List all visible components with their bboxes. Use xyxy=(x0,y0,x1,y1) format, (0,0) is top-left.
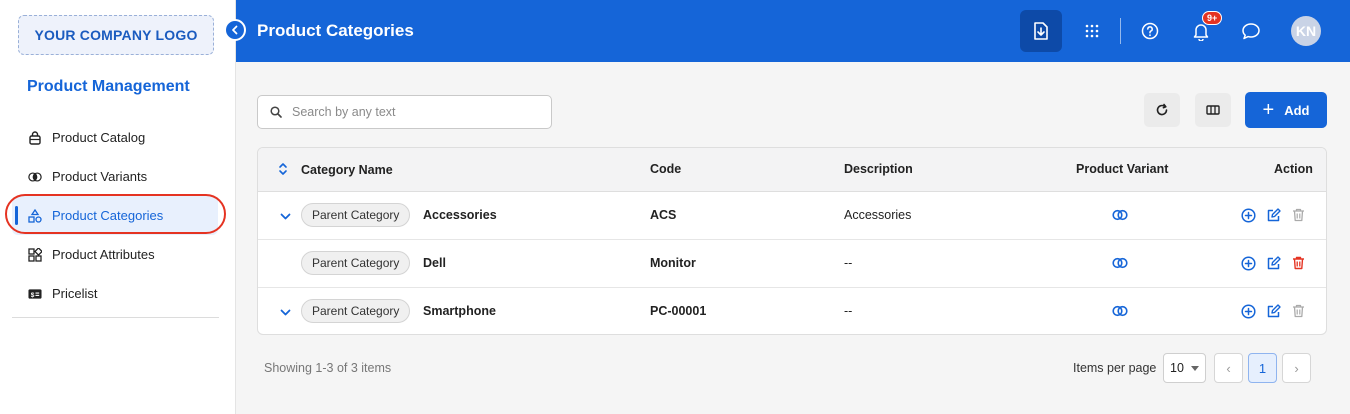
chevron-left-icon xyxy=(232,25,238,35)
chevron-right-icon: › xyxy=(1294,360,1299,376)
page-button-current[interactable]: 1 xyxy=(1248,353,1277,383)
add-button[interactable]: + Add xyxy=(1245,92,1327,128)
download-button[interactable] xyxy=(1020,10,1062,52)
sidebar-item-label: Product Attributes xyxy=(52,247,155,262)
variant-icon[interactable] xyxy=(1112,255,1128,271)
category-name: Smartphone xyxy=(423,304,496,318)
category-code: PC-00001 xyxy=(650,304,707,318)
sidebar-section-title: Product Management xyxy=(27,78,190,95)
sidebar-item-label: Product Variants xyxy=(52,169,148,184)
items-per-page-value: 10 xyxy=(1170,361,1184,375)
category-code: ACS xyxy=(650,208,677,222)
top-header: Product Categories 9+ KN xyxy=(236,0,1350,62)
items-per-page-label: Items per page xyxy=(1073,361,1157,375)
svg-text:$: $ xyxy=(31,291,35,298)
prev-page-button[interactable]: ‹ xyxy=(1214,353,1243,383)
parent-category-chip: Parent Category xyxy=(301,203,411,227)
columns-button[interactable] xyxy=(1195,93,1231,127)
apps-button[interactable] xyxy=(1074,13,1110,49)
price-tag-icon: $ xyxy=(28,287,42,301)
delete-icon[interactable] xyxy=(1290,207,1306,223)
table-row[interactable]: Parent Category Accessories ACS Accessor… xyxy=(258,192,1326,240)
sidebar-nav: Product Catalog Product Variants Product… xyxy=(12,118,218,313)
caret-down-icon xyxy=(1191,366,1199,371)
table-row[interactable]: Parent Category Dell Monitor -- xyxy=(258,240,1326,288)
next-page-button[interactable]: › xyxy=(1282,353,1311,383)
category-description: -- xyxy=(844,304,853,318)
sidebar-item-label: Product Catalog xyxy=(52,130,146,145)
help-icon xyxy=(1141,22,1159,40)
delete-icon[interactable] xyxy=(1290,303,1306,319)
variant-icon[interactable] xyxy=(1112,303,1128,319)
sidebar-collapse-button[interactable] xyxy=(224,19,246,41)
category-description: Accessories xyxy=(844,208,912,222)
search-box[interactable] xyxy=(257,95,552,129)
add-circle-icon[interactable] xyxy=(1240,303,1256,319)
col-description[interactable]: Description xyxy=(844,162,913,176)
categories-table: Category Name Code Description Product V… xyxy=(257,147,1327,335)
refresh-button[interactable] xyxy=(1144,93,1180,127)
sidebar-item-product-attributes[interactable]: Product Attributes xyxy=(12,235,218,274)
category-code: Monitor xyxy=(650,256,696,270)
page-title: Product Categories xyxy=(257,21,414,40)
edit-icon[interactable] xyxy=(1265,207,1281,223)
chevron-left-icon: ‹ xyxy=(1226,360,1231,376)
sidebar: YOUR COMPANY LOGO Product Management Pro… xyxy=(0,0,236,414)
chat-icon xyxy=(1242,23,1260,40)
col-category-name[interactable]: Category Name xyxy=(301,163,393,177)
search-icon xyxy=(270,106,282,118)
notification-badge: 9+ xyxy=(1202,11,1223,25)
sidebar-item-product-categories[interactable]: Product Categories xyxy=(12,196,218,235)
add-circle-icon[interactable] xyxy=(1240,255,1256,271)
col-product-variant: Product Variant xyxy=(1076,162,1169,176)
apps-grid-icon xyxy=(1085,24,1099,38)
chevron-down-icon[interactable] xyxy=(280,306,291,320)
pagination-summary: Showing 1-3 of 3 items xyxy=(264,361,392,375)
notifications-button[interactable]: 9+ xyxy=(1183,11,1223,49)
search-input[interactable] xyxy=(292,105,532,119)
sort-icon[interactable] xyxy=(278,161,288,180)
variant-icon[interactable] xyxy=(1112,207,1128,223)
shapes-icon xyxy=(28,208,42,223)
columns-icon xyxy=(1206,105,1220,115)
page-number: 1 xyxy=(1258,360,1267,376)
add-circle-icon[interactable] xyxy=(1240,207,1256,223)
edit-icon[interactable] xyxy=(1265,255,1281,271)
grid-icon xyxy=(28,247,42,262)
refresh-icon xyxy=(1156,103,1168,116)
table-row[interactable]: Parent Category Smartphone PC-00001 -- xyxy=(258,288,1326,334)
lock-box-icon xyxy=(28,130,42,145)
sidebar-item-product-variants[interactable]: Product Variants xyxy=(12,157,218,196)
sidebar-divider xyxy=(12,317,219,318)
add-button-label: Add xyxy=(1284,102,1310,118)
overlap-circles-icon xyxy=(28,170,42,184)
sidebar-item-pricelist[interactable]: $ Pricelist xyxy=(12,274,218,313)
chevron-down-icon[interactable] xyxy=(280,210,291,224)
parent-category-chip: Parent Category xyxy=(301,299,411,323)
table-header: Category Name Code Description Product V… xyxy=(258,148,1326,192)
delete-icon[interactable] xyxy=(1290,255,1306,271)
plus-icon: + xyxy=(1262,99,1275,121)
sidebar-item-label: Pricelist xyxy=(52,286,98,301)
sidebar-item-label: Product Categories xyxy=(52,208,164,223)
items-per-page-select[interactable]: 10 xyxy=(1163,353,1206,383)
help-button[interactable] xyxy=(1132,13,1168,49)
sidebar-item-product-catalog[interactable]: Product Catalog xyxy=(12,118,218,157)
category-description: -- xyxy=(844,256,853,270)
edit-icon[interactable] xyxy=(1265,303,1281,319)
company-logo[interactable]: YOUR COMPANY LOGO xyxy=(18,15,214,55)
col-code[interactable]: Code xyxy=(650,162,681,176)
category-name: Dell xyxy=(423,256,446,270)
col-action: Action xyxy=(1274,162,1313,176)
download-icon xyxy=(1034,22,1048,40)
chat-button[interactable] xyxy=(1233,13,1269,49)
header-separator xyxy=(1120,18,1121,44)
category-name: Accessories xyxy=(423,208,497,222)
user-avatar[interactable]: KN xyxy=(1291,16,1321,46)
parent-category-chip: Parent Category xyxy=(301,251,411,275)
